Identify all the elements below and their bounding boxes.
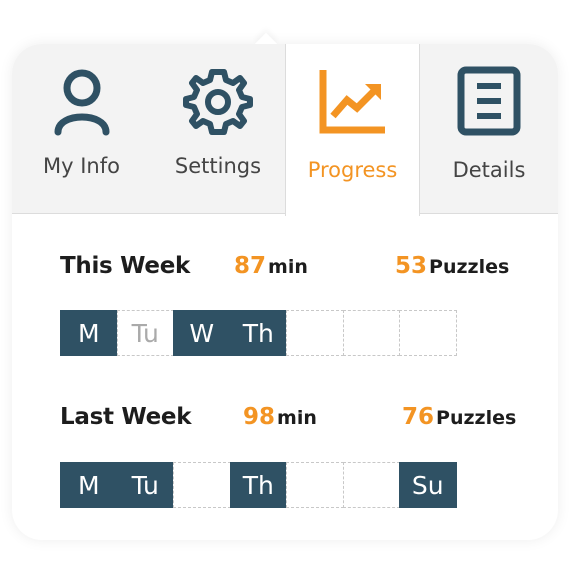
user-icon (54, 69, 109, 136)
last-week-day-cell (342, 462, 400, 508)
this-week-minutes-unit: min (268, 256, 308, 278)
gear-icon (183, 69, 253, 135)
tab-my-info[interactable]: My Info (12, 44, 151, 214)
last-week-minutes-value: 98 (243, 404, 276, 430)
this-week-day-cell: Th (229, 310, 287, 356)
last-week-day-cell (173, 462, 231, 508)
last-week-puzzles: 76 Puzzles (402, 404, 516, 430)
this-week-title: This Week (60, 253, 190, 279)
tab-settings[interactable]: Settings (151, 44, 285, 214)
last-week-day-cell (286, 462, 344, 508)
chart-icon (319, 70, 385, 134)
last-week-day-cell: M (60, 462, 118, 508)
last-week-minutes: 98 min (243, 404, 317, 430)
this-week-day-cell (399, 310, 457, 356)
last-week-day-cell: Th (229, 462, 287, 508)
tab-settings-label: Settings (174, 154, 262, 178)
this-week-puzzles-value: 53 (395, 253, 428, 279)
tab-my-info-label: My Info (43, 154, 120, 178)
tab-details[interactable]: Details (420, 44, 558, 214)
this-week-puzzles-unit: Puzzles (429, 256, 510, 278)
this-week-day-cell: W (173, 310, 231, 356)
last-week-puzzles-value: 76 (402, 404, 435, 430)
this-week-minutes-value: 87 (234, 253, 267, 279)
last-week-day-cell: Su (399, 462, 457, 508)
this-week-day-cell (342, 310, 400, 356)
tab-progress-label: Progress (307, 158, 398, 182)
this-week-minutes: 87 min (234, 253, 308, 279)
this-week-days: M Tu W Th (60, 310, 457, 356)
tab-bar: My Info Settings Progress Details (12, 44, 558, 216)
last-week-title: Last Week (60, 404, 192, 430)
tab-details-label: Details (452, 158, 526, 182)
last-week-puzzles-unit: Puzzles (436, 407, 517, 429)
last-week-days: M Tu Th Su (60, 462, 457, 508)
this-week-day-cell: M (60, 310, 118, 356)
this-week-day-cell (286, 310, 344, 356)
this-week-day-cell: Tu (116, 310, 174, 356)
last-week-day-cell: Tu (116, 462, 174, 508)
document-icon (457, 66, 521, 136)
tab-progress[interactable]: Progress (285, 44, 420, 216)
last-week-minutes-unit: min (277, 407, 317, 429)
this-week-puzzles: 53 Puzzles (395, 253, 509, 279)
